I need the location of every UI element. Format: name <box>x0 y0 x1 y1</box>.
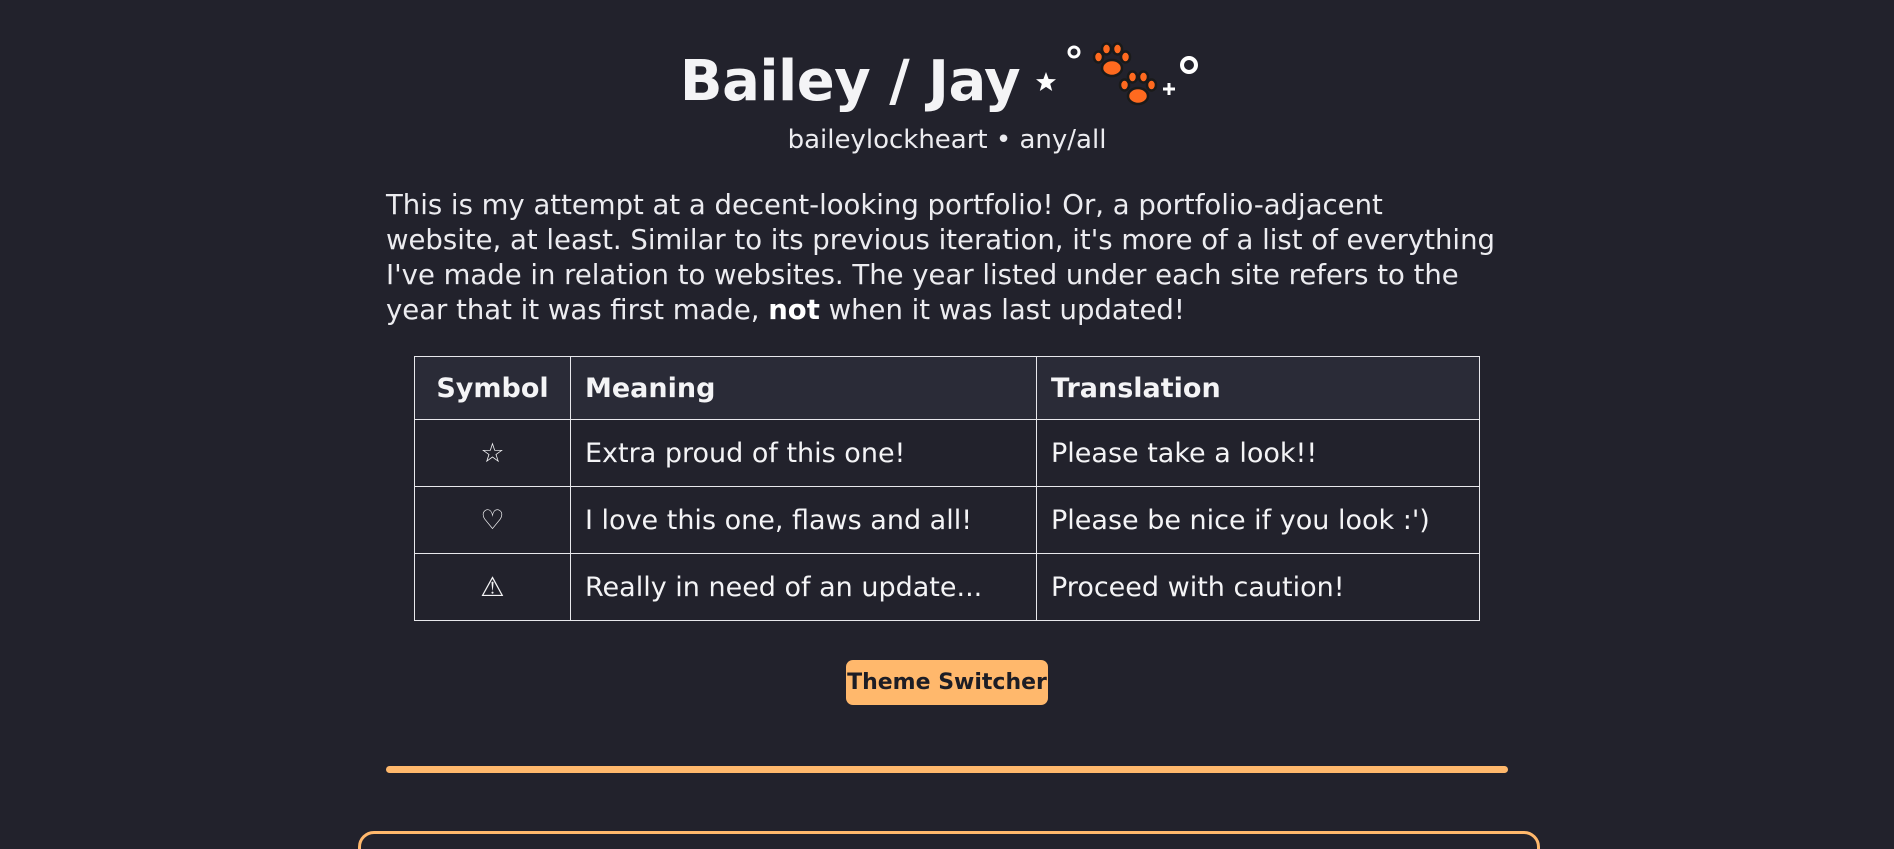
theme-switcher-button[interactable]: Theme Switcher <box>846 660 1048 705</box>
page: Bailey / Jay baileylockheart • any/all T… <box>0 0 1894 849</box>
circle-icon <box>1180 56 1199 74</box>
intro-text-end: when it was last updated! <box>819 294 1185 326</box>
sparkle-star-icon <box>1036 72 1057 91</box>
heart-icon: ♡ <box>414 486 571 554</box>
subtitle: baileylockheart • any/all <box>787 125 1107 155</box>
page-title: Bailey / Jay <box>679 49 1021 114</box>
paw-print-icon <box>1118 70 1158 106</box>
meaning-cell: Extra proud of this one! <box>570 419 1037 487</box>
star-icon: ☆ <box>414 419 571 487</box>
translation-cell: Please take a look!! <box>1036 419 1480 487</box>
translation-cell: Please be nice if you look :') <box>1036 486 1480 554</box>
table-row: ☆ Extra proud of this one! Please take a… <box>414 419 1480 487</box>
plus-sparkle-icon <box>1163 83 1176 95</box>
column-header-symbol: Symbol <box>414 356 571 420</box>
translation-cell: Proceed with caution! <box>1036 553 1480 621</box>
header: Bailey / Jay <box>0 40 1894 124</box>
circle-icon <box>1067 45 1081 59</box>
warning-icon: ⚠ <box>414 553 571 621</box>
column-header-meaning: Meaning <box>570 356 1037 420</box>
title-decoration <box>1034 40 1214 124</box>
title-row: Bailey / Jay <box>680 40 1214 124</box>
content-panel <box>358 831 1540 849</box>
meaning-cell: Really in need of an update... <box>570 553 1037 621</box>
table-header-row: Symbol Meaning Translation <box>414 356 1480 420</box>
intro-bold-text: not <box>768 294 820 326</box>
symbol-legend-table: Symbol Meaning Translation ☆ Extra proud… <box>414 356 1480 621</box>
intro-paragraph: This is my attempt at a decent-looking p… <box>386 188 1506 328</box>
meaning-cell: I love this one, flaws and all! <box>570 486 1037 554</box>
section-divider <box>386 766 1508 773</box>
table-row: ♡ I love this one, flaws and all! Please… <box>414 486 1480 554</box>
column-header-translation: Translation <box>1036 356 1480 420</box>
table-row: ⚠ Really in need of an update... Proceed… <box>414 553 1480 621</box>
